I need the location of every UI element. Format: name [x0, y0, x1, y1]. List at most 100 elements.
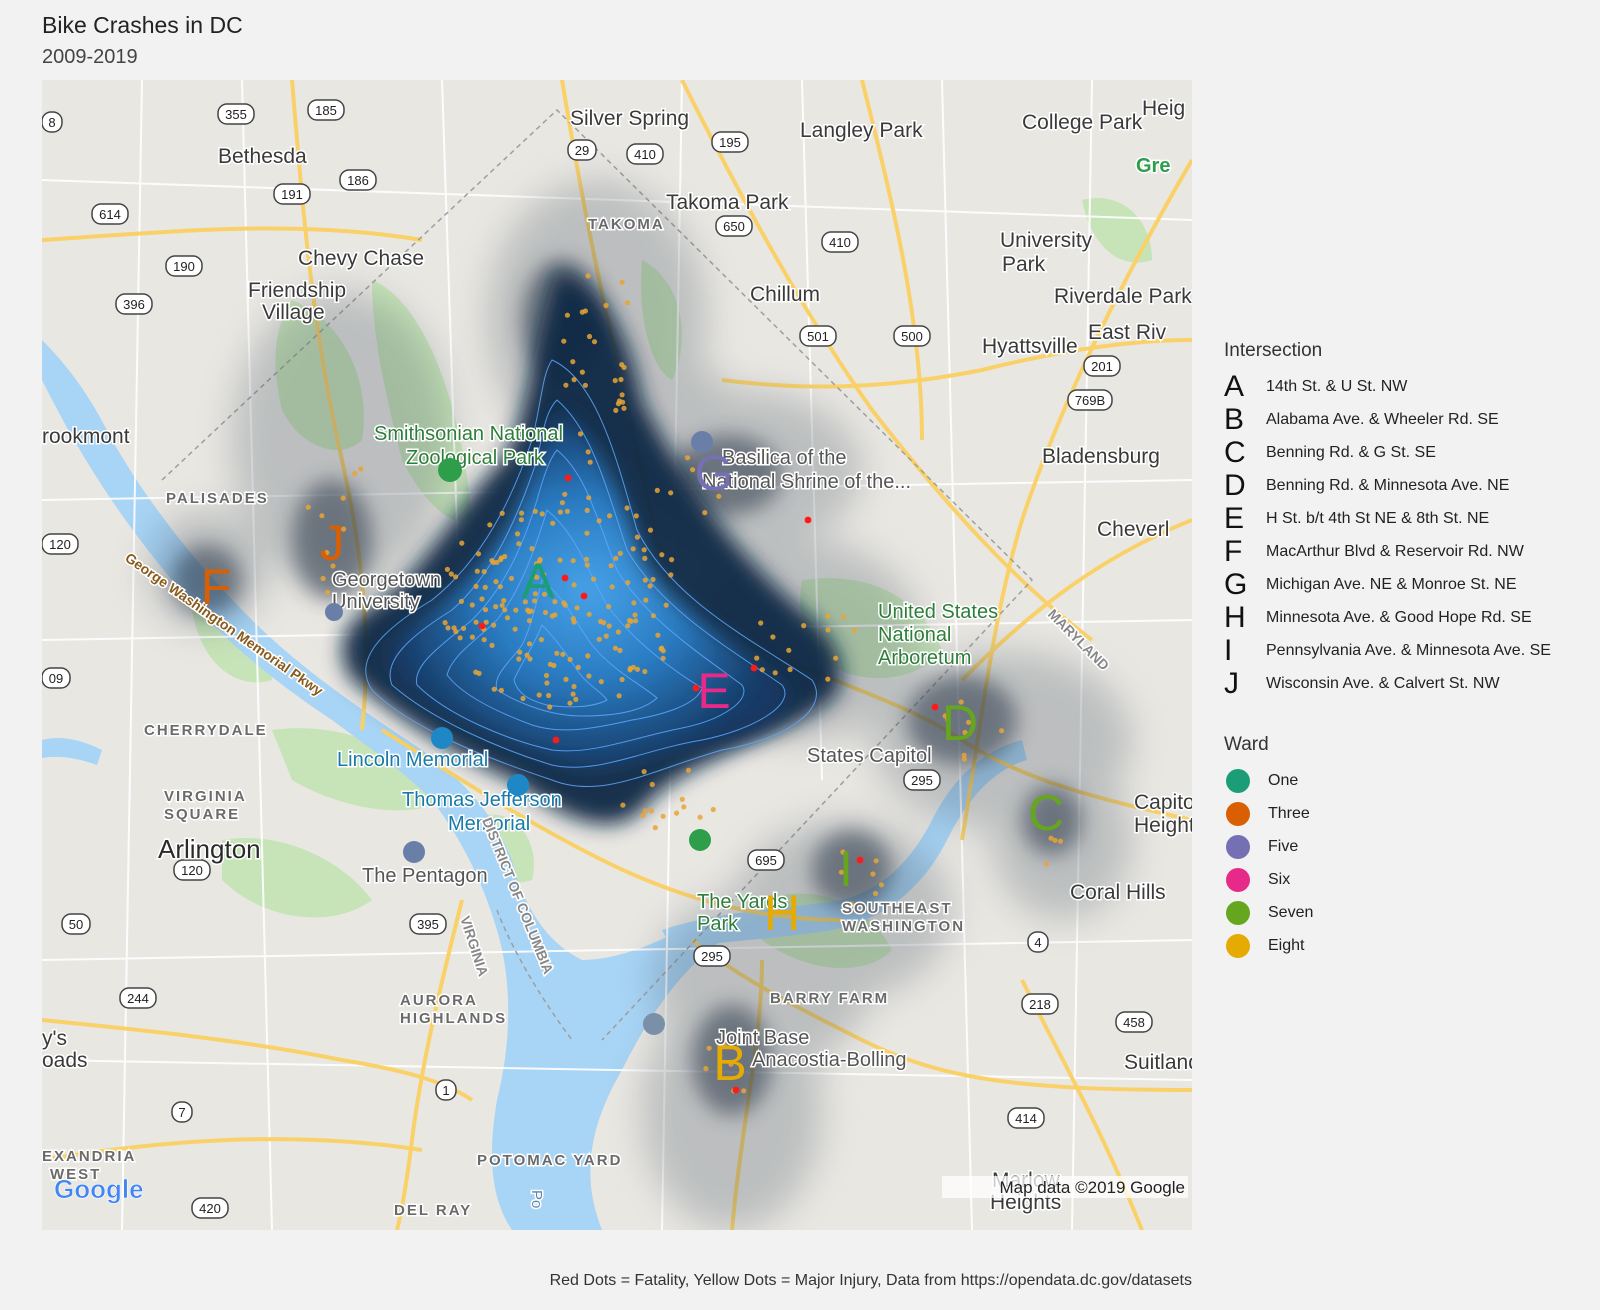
route-shield-icon: 650 [715, 215, 753, 237]
svg-text:501: 501 [807, 329, 829, 344]
injury-dot [851, 627, 858, 634]
injury-dot [512, 626, 518, 632]
legend-letter: G [1224, 567, 1248, 601]
place-label: College Park [1022, 111, 1143, 134]
injury-dot [619, 362, 625, 368]
place-label: BARRY FARM [770, 990, 889, 1007]
place-label: HIGHLANDS [400, 1010, 507, 1027]
injury-dot [825, 676, 831, 682]
fatality-dot [561, 574, 569, 582]
injury-dot [633, 513, 639, 519]
place-label: POTOMAC YARD [477, 1152, 622, 1169]
svg-text:500: 500 [901, 329, 923, 344]
legend-intersection-title: Intersection [1224, 340, 1323, 361]
injury-dot [491, 622, 497, 628]
injury-dot [544, 680, 550, 686]
svg-text:09: 09 [49, 671, 63, 686]
map-canvas[interactable]: 355 18529 410195191186614650410190396501 50… [42, 80, 1192, 1230]
place-label: Arlington [158, 834, 261, 864]
caption: Red Dots = Fatality, Yellow Dots = Major… [549, 1272, 1192, 1289]
place-label: oads [42, 1049, 88, 1072]
route-shield-icon: 1 [435, 1079, 457, 1101]
route-shield-icon: 09 [42, 667, 71, 689]
injury-dot [586, 611, 592, 617]
svg-text:190: 190 [173, 259, 195, 274]
svg-text:4: 4 [1034, 935, 1041, 950]
zoo-pin-icon [438, 458, 462, 482]
injury-dot [598, 618, 604, 625]
place-label: CHERRYDALE [144, 722, 268, 739]
injury-dot [352, 471, 358, 477]
injury-dot [573, 696, 579, 703]
injury-dot [585, 653, 591, 659]
injury-dot [584, 507, 590, 513]
injury-dot [609, 584, 615, 590]
injury-dot [559, 500, 566, 506]
injury-dot [448, 571, 454, 577]
injury-dot [612, 377, 618, 384]
place-label: Lincoln Memorial [337, 749, 488, 771]
place-label: y's [42, 1027, 67, 1050]
svg-text:355: 355 [225, 107, 247, 122]
injury-dot [961, 752, 967, 759]
injury-dot [873, 858, 879, 864]
injury-dot [586, 495, 592, 501]
legend-letter: E [1224, 501, 1245, 535]
place-label: Takoma Park [666, 191, 789, 214]
injury-dot [633, 618, 639, 624]
injury-dot [625, 580, 631, 586]
injury-dot [627, 665, 633, 671]
intersection-marker-a: A [521, 553, 555, 609]
legend-intersection-item: G Michigan Ave. NE & Monroe St. NE [1224, 568, 1551, 601]
injury-dot [513, 607, 519, 613]
route-shield-icon: 120 [42, 533, 79, 555]
injury-dot [627, 617, 633, 624]
injury-dot [702, 510, 708, 516]
injury-dot [482, 584, 488, 590]
injury-dot [444, 566, 450, 572]
injury-dot [562, 602, 568, 608]
injury-dot [491, 686, 497, 692]
svg-text:295: 295 [701, 949, 723, 964]
injury-dot [591, 339, 598, 345]
injury-dot [524, 652, 530, 658]
place-label: Anacostia-Bolling [752, 1049, 907, 1071]
injury-dot [457, 635, 463, 641]
place-label: Bethesda [218, 145, 307, 168]
svg-text:650: 650 [723, 219, 745, 234]
injury-dot [618, 376, 624, 383]
injury-dot [617, 550, 623, 556]
fatality-dot [580, 592, 588, 600]
fatality-dot [478, 622, 486, 630]
injury-dot [679, 796, 685, 802]
injury-dot [538, 637, 544, 643]
place-label: Park [1002, 253, 1046, 276]
legend-intersection-item: C Benning Rd. & G St. SE [1224, 436, 1551, 469]
legend-letter: B [1224, 402, 1245, 436]
injury-dot [770, 634, 776, 640]
injury-dot [759, 667, 765, 673]
place-label: EXANDRIA [42, 1148, 136, 1165]
injury-dot [469, 602, 475, 608]
injury-dot [358, 466, 364, 472]
legend-ward: Ward One Three Five Six Seven Eight [1224, 734, 1313, 962]
injury-dot [659, 552, 665, 558]
injury-dot [642, 668, 648, 675]
injury-dot [554, 650, 560, 656]
church-pin-icon [691, 431, 713, 453]
route-shield-icon: 190 [165, 255, 203, 277]
injury-dot [532, 508, 538, 514]
injury-dot [571, 582, 577, 588]
injury-dot [549, 613, 555, 619]
intersection-marker-i: I [839, 841, 853, 897]
route-shield-icon: 29 [567, 139, 597, 161]
injury-dot [575, 664, 581, 671]
place-label: Chevy Chase [298, 247, 424, 270]
place-label: National [878, 624, 951, 646]
map-panel[interactable]: 355 185 29 410 195 191 186 614 650 410 190 396 501 50… [42, 80, 1192, 1230]
injury-dot [474, 568, 480, 574]
place-label: Riverdale Park [1054, 285, 1192, 308]
injury-dot [516, 541, 522, 547]
injury-dot [557, 509, 564, 515]
injury-dot [697, 814, 703, 820]
